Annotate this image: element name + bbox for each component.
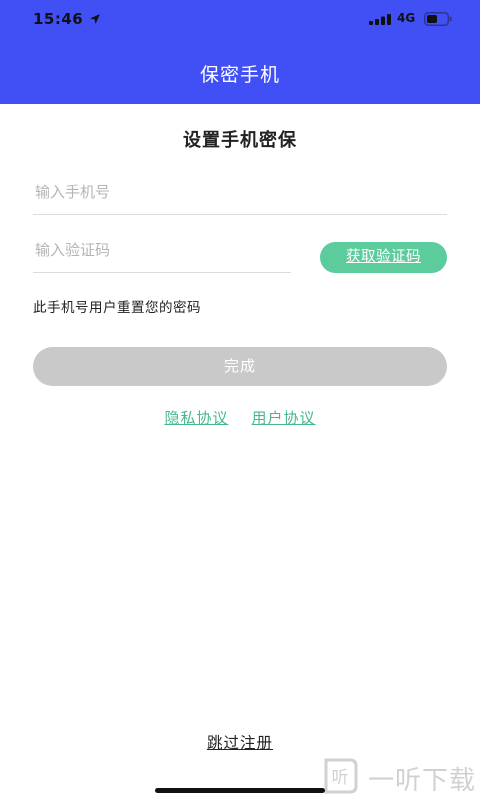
status-bar: 15:46 4G	[0, 0, 480, 40]
user-agreement-link[interactable]: 用户协议	[252, 407, 316, 428]
verification-code-input[interactable]	[33, 228, 291, 273]
home-indicator[interactable]	[155, 788, 325, 793]
phone-input[interactable]	[33, 170, 447, 215]
signal-bars-icon	[369, 14, 391, 25]
watermark-logo-icon: 听	[324, 758, 358, 794]
watermark-logo-text: 听	[332, 768, 349, 788]
done-button[interactable]: 完成	[33, 347, 447, 386]
privacy-policy-link[interactable]: 隐私协议	[164, 407, 228, 428]
agreement-links: 隐私协议 用户协议	[0, 407, 480, 428]
status-time: 15:46	[33, 10, 84, 28]
watermark: 听 一听下载	[318, 754, 480, 800]
watermark-text: 一听下载	[368, 766, 477, 796]
location-arrow-icon	[90, 14, 100, 24]
page-title: 设置手机密保	[183, 130, 297, 151]
header-title: 保密手机	[199, 64, 280, 86]
phone-hint-text: 此手机号用户重置您的密码	[33, 300, 201, 316]
get-code-button[interactable]: 获取验证码	[320, 242, 447, 273]
skip-registration-link[interactable]: 跳过注册	[0, 731, 480, 753]
network-type-label: 4G	[397, 11, 416, 25]
battery-icon	[424, 12, 452, 26]
